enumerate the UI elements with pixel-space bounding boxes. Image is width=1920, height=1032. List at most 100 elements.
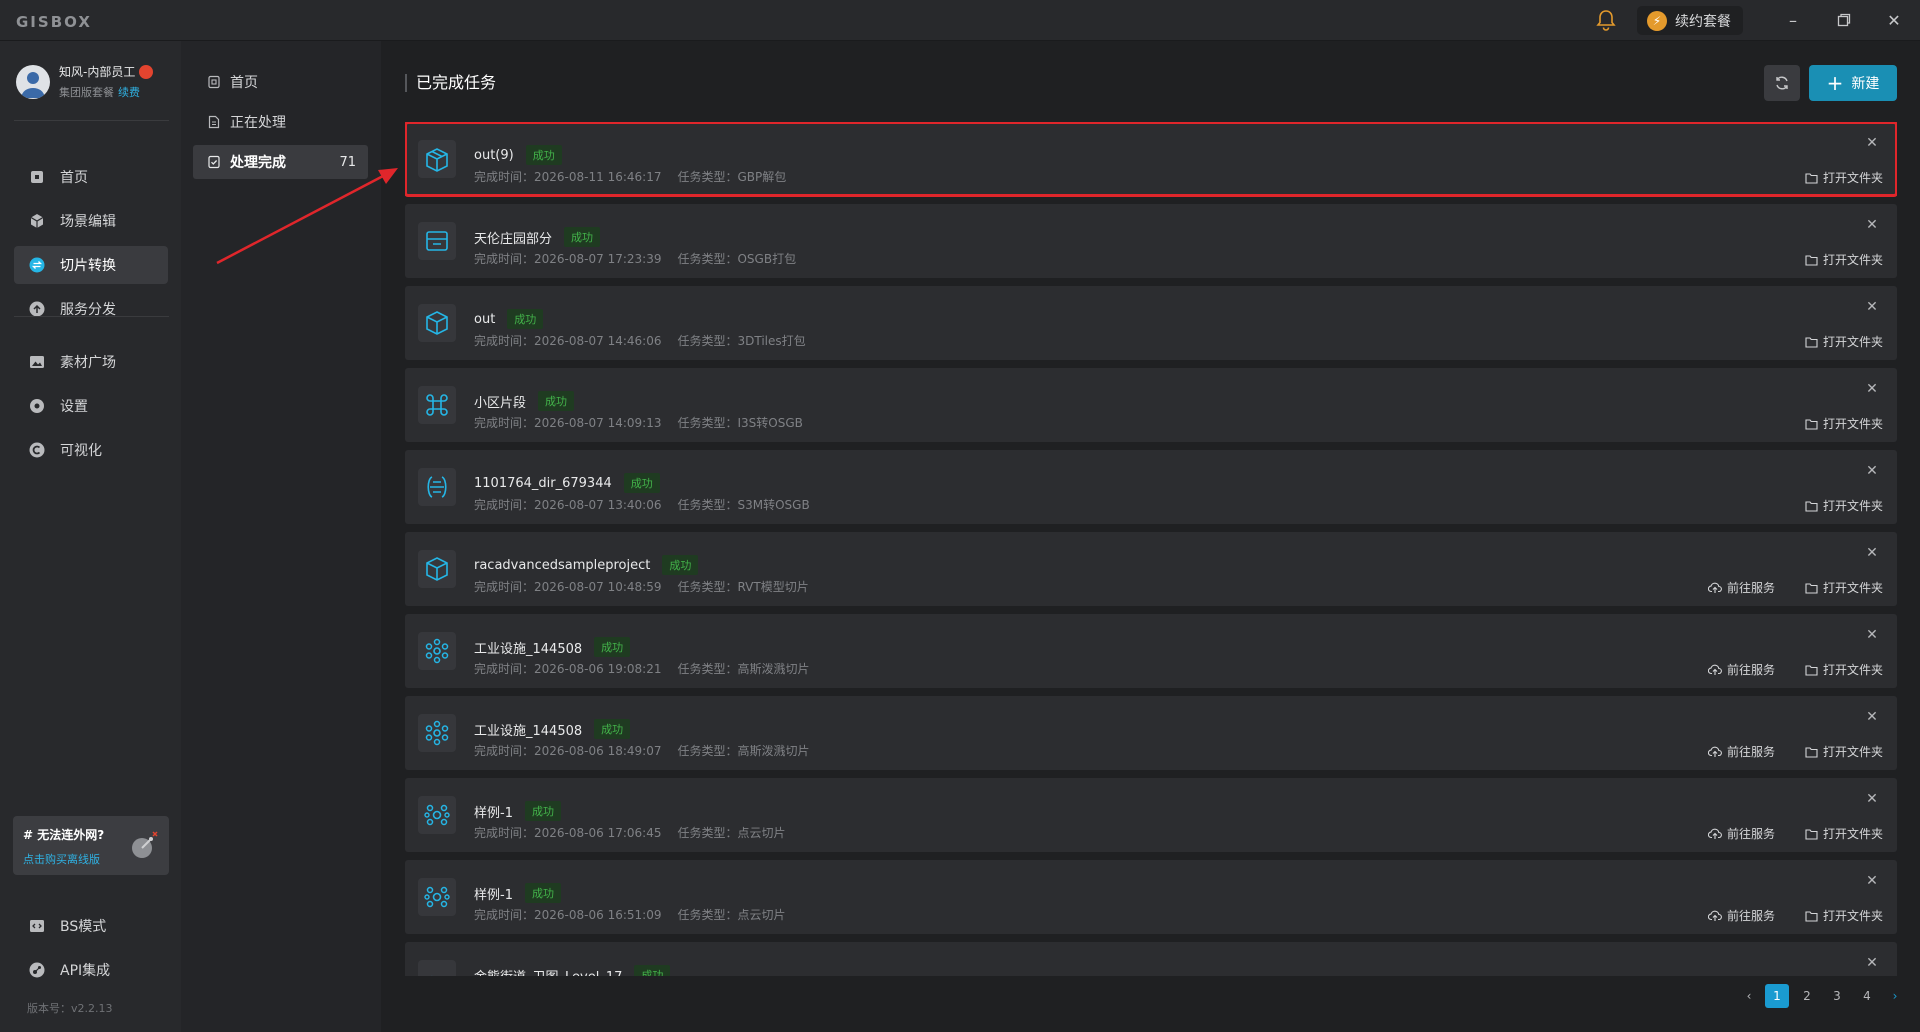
pointcloud-icon [418,796,456,834]
renew-link[interactable]: 续费 [118,86,140,99]
task-name: 样例-1 [474,887,513,903]
task-row[interactable]: 工业设施_144508 成功 完成时间：2026-08-06 18:49:07 任… [405,696,1897,770]
open-folder-button[interactable]: 打开文件夹 [1805,415,1883,432]
task-name: out(9) [474,147,514,163]
open-folder-label: 打开文件夹 [1822,171,1883,185]
goto-service-button[interactable]: 前往服务 [1707,907,1775,924]
new-task-label: 新建 [1851,76,1880,92]
nav-item-tile-convert[interactable]: 切片转换 [14,246,168,284]
goto-service-button[interactable]: 前往服务 [1707,825,1775,842]
open-folder-button[interactable]: 打开文件夹 [1805,579,1883,596]
prev-page-icon[interactable]: ‹ [1737,984,1761,1008]
nav-item-service-dist[interactable]: 服务分发 [14,290,168,328]
goto-service-label: 前往服务 [1726,581,1775,595]
open-folder-button[interactable]: 打开文件夹 [1805,251,1883,268]
nav-item-bs-mode[interactable]: BS模式 [14,907,168,945]
nav-item-scene-edit[interactable]: 场景编辑 [14,202,168,240]
task-type: 高斯泼溅切片 [737,744,810,758]
close-icon[interactable]: ✕ [1865,464,1879,478]
open-folder-button[interactable]: 打开文件夹 [1805,907,1883,924]
next-page-icon[interactable]: › [1883,984,1907,1008]
task-row[interactable]: 样例-1 成功 完成时间：2026-08-06 17:06:45 任务类型：点云切… [405,778,1897,852]
task-row[interactable]: 小区片段 成功 完成时间：2026-08-07 14:09:13 任务类型：I3S… [405,368,1897,442]
close-icon[interactable]: ✕ [1865,382,1879,396]
bell-icon[interactable] [1596,9,1616,31]
task-row[interactable]: out(9) 成功 完成时间：2026-08-11 16:46:17 任务类型：G… [405,122,1897,197]
home-icon [28,168,46,186]
task-time: 2026-08-07 10:48:59 [534,580,662,594]
new-task-button[interactable]: + 新建 [1809,65,1897,101]
nav-item-api[interactable]: API集成 [14,951,168,989]
page-2[interactable]: 2 [1795,984,1819,1008]
task-row[interactable]: out 成功 完成时间：2026-08-07 14:46:06 任务类型：3DTi… [405,286,1897,360]
minimize-icon[interactable]: – [1782,9,1804,31]
close-icon[interactable]: ✕ [1865,628,1879,642]
goto-service-label: 前往服务 [1726,827,1775,841]
goto-service-button[interactable]: 前往服务 [1707,743,1775,760]
close-icon[interactable]: ✕ [1865,136,1879,150]
task-type: 点云切片 [737,908,786,922]
open-folder-button[interactable]: 打开文件夹 [1805,825,1883,842]
task-name: out [474,311,496,327]
close-window-icon[interactable]: ✕ [1883,9,1905,31]
subnav-home[interactable]: 首页 [193,65,368,99]
open-folder-label: 打开文件夹 [1822,663,1883,677]
s3m-icon [418,468,456,506]
nav-item-visualization[interactable]: 可视化 [14,431,168,469]
open-folder-button[interactable]: 打开文件夹 [1805,169,1883,186]
close-icon[interactable]: ✕ [1865,956,1879,970]
satellite-icon [132,831,158,858]
nav-item-material-square[interactable]: 素材广场 [14,343,168,381]
page-3[interactable]: 3 [1825,984,1849,1008]
open-folder-label: 打开文件夹 [1822,417,1883,431]
open-folder-button[interactable]: 打开文件夹 [1805,333,1883,350]
status-badge: 成功 [662,555,699,575]
task-row[interactable]: 金熊街道_卫图_Level_17 成功 ✕ 打开文件夹 [405,942,1897,976]
task-row[interactable]: 工业设施_144508 成功 完成时间：2026-08-06 19:08:21 任… [405,614,1897,688]
close-icon[interactable]: ✕ [1865,792,1879,806]
task-meta: 完成时间：2026-08-06 18:49:07 任务类型：高斯泼溅切片 [474,742,810,759]
subnav-processing[interactable]: 正在处理 [193,105,368,139]
task-row[interactable]: 样例-1 成功 完成时间：2026-08-06 16:51:09 任务类型：点云切… [405,860,1897,934]
close-icon[interactable]: ✕ [1865,546,1879,560]
close-icon[interactable]: ✕ [1865,874,1879,888]
offline-promo[interactable]: # 无法连外网? 点击购买离线版 [13,816,169,875]
task-row[interactable]: 1101764_dir_679344 成功 完成时间：2026-08-07 13… [405,450,1897,524]
page-4[interactable]: 4 [1855,984,1879,1008]
restore-icon[interactable] [1833,9,1855,31]
status-badge: 成功 [634,965,671,976]
divider [14,120,169,121]
task-time: 2026-08-06 18:49:07 [534,744,662,758]
close-icon[interactable]: ✕ [1865,218,1879,232]
nav-item-settings[interactable]: 设置 [14,387,168,425]
task-time: 2026-08-06 16:51:09 [534,908,662,922]
open-folder-button[interactable]: 打开文件夹 [1805,661,1883,678]
api-icon [28,961,46,979]
goto-service-button[interactable]: 前往服务 [1707,579,1775,596]
task-list: out(9) 成功 完成时间：2026-08-11 16:46:17 任务类型：G… [405,122,1897,976]
nav-item-home[interactable]: 首页 [14,158,168,196]
gaussian-icon [418,714,456,752]
task-time: 2026-08-07 17:23:39 [534,252,662,266]
user-profile[interactable]: 知风-内部员工 集团版套餐 续费 [16,63,154,100]
task-row[interactable]: racadvancedsampleproject 成功 完成时间：2026-08… [405,532,1897,606]
task-time: 2026-08-06 19:08:21 [534,662,662,676]
open-folder-label: 打开文件夹 [1822,335,1883,349]
open-folder-button[interactable]: 打开文件夹 [1805,497,1883,514]
version-label: 版本号：v2.2.13 [27,1002,113,1015]
page-1[interactable]: 1 [1765,984,1789,1008]
gaussian-icon [418,632,456,670]
task-row[interactable]: 天伦庄园部分 成功 完成时间：2026-08-07 17:23:39 任务类型：O… [405,204,1897,278]
task-time: 2026-08-11 16:46:17 [534,170,662,184]
task-type: GBP解包 [737,170,787,184]
subnav-completed[interactable]: 处理完成 71 [193,145,368,179]
close-icon[interactable]: ✕ [1865,710,1879,724]
open-folder-button[interactable]: 打开文件夹 [1805,743,1883,760]
goto-service-button[interactable]: 前往服务 [1707,661,1775,678]
clipboard-icon [208,75,220,89]
status-badge: 成功 [507,309,544,329]
renew-plan-button[interactable]: ⚡ 续约套餐 [1637,6,1743,35]
task-name: 样例-1 [474,805,513,821]
close-icon[interactable]: ✕ [1865,300,1879,314]
refresh-button[interactable] [1764,65,1800,101]
